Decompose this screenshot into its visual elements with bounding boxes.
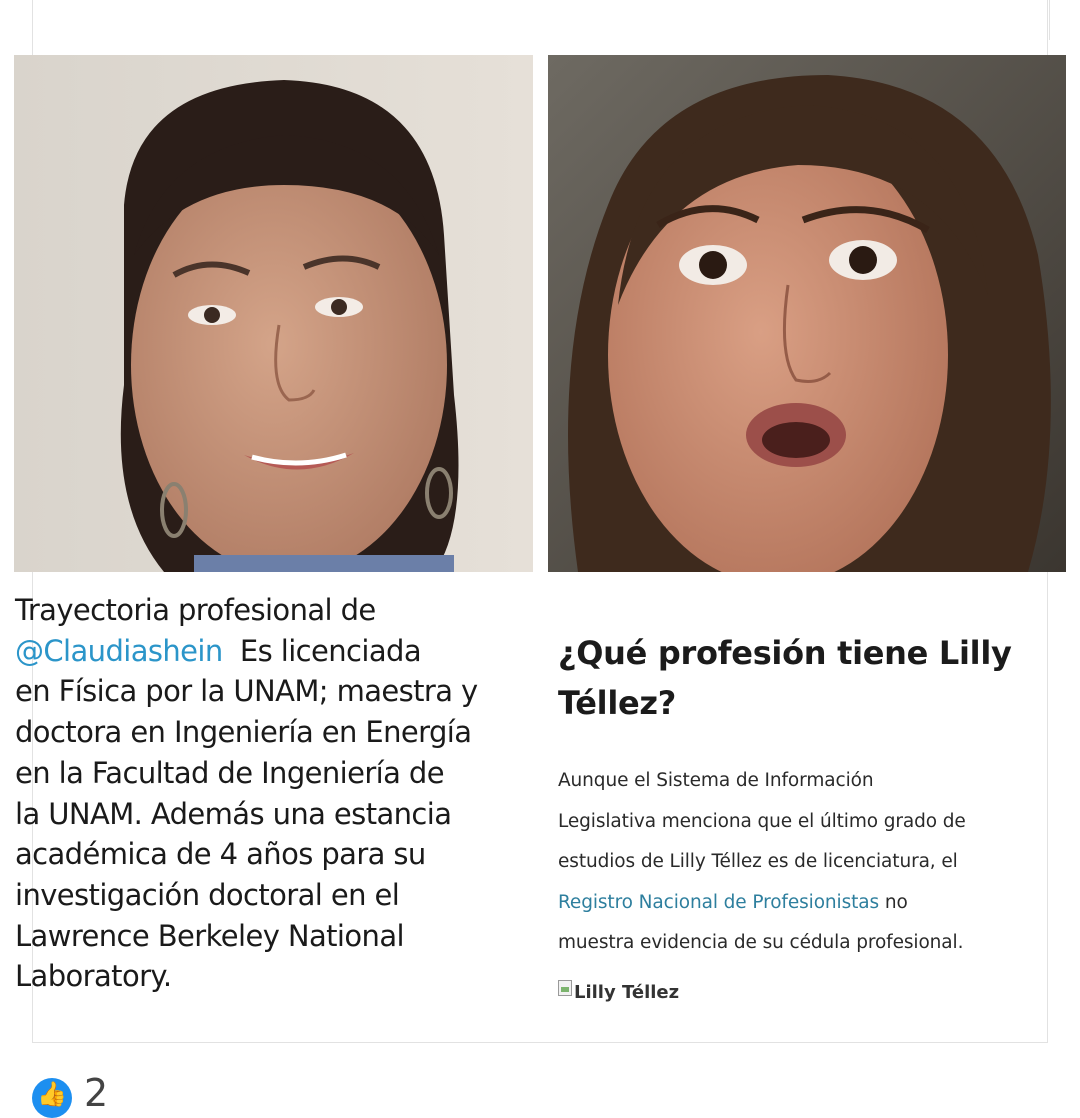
caption-line: @Claudiashein Es licenciada — [15, 631, 535, 672]
claudia-photo[interactable] — [14, 55, 533, 572]
lilly-photo[interactable] — [548, 55, 1066, 572]
body-line: Legislativa menciona que el último grado… — [558, 810, 966, 832]
registro-link[interactable]: Registro Nacional de Profesionistas — [558, 892, 879, 913]
body-line-text: no — [879, 891, 908, 913]
caption-line: en Física por la UNAM; maestra y — [15, 674, 478, 709]
article-body: Aunque el Sistema de Información Legisla… — [558, 761, 1068, 964]
body-line: estudios de Lilly Téllez es de licenciat… — [558, 851, 958, 872]
caption-line: la UNAM. Además una estancia — [15, 796, 452, 831]
broken-image: Lilly Téllez — [558, 980, 1068, 1003]
lilly-article: ¿Qué profesión tiene Lilly Téllez? Aunqu… — [558, 628, 1068, 1003]
like-count[interactable]: 2 — [84, 1074, 108, 1112]
broken-image-icon — [558, 980, 572, 996]
thumbs-up-icon[interactable]: 👍 — [32, 1078, 72, 1118]
body-line: muestra evidencia de su cédula profesion… — [558, 932, 964, 953]
article-title: ¿Qué profesión tiene Lilly Téllez? — [558, 628, 1068, 728]
body-line: Registro Nacional de Profesionistas no — [558, 883, 1068, 924]
body-line: Aunque el Sistema de Información — [558, 770, 874, 791]
caption-line: Laboratory. — [15, 959, 172, 994]
caption-line: Trayectoria profesional de — [15, 593, 376, 627]
title-line: ¿Qué profesión tiene Lilly — [558, 634, 1012, 672]
title-line: Téllez? — [558, 684, 677, 722]
claudia-caption: Trayectoria profesional de @Claudiashein… — [15, 590, 535, 997]
reaction-bar: 👍 2 — [32, 1074, 108, 1118]
claudia-mention-link[interactable]: @Claudiashein — [15, 634, 223, 668]
caption-line: académica de 4 años para su — [15, 837, 426, 872]
caption-line: doctora en Ingeniería en Energía — [15, 715, 472, 750]
caption-line-text: Es licenciada — [222, 633, 422, 668]
caption-line: Lawrence Berkeley National — [15, 918, 405, 953]
caption-line: en la Facultad de Ingeniería de — [15, 755, 445, 790]
broken-image-alt: Lilly Téllez — [574, 981, 680, 1003]
caption-line: investigación doctoral en el — [15, 877, 400, 912]
